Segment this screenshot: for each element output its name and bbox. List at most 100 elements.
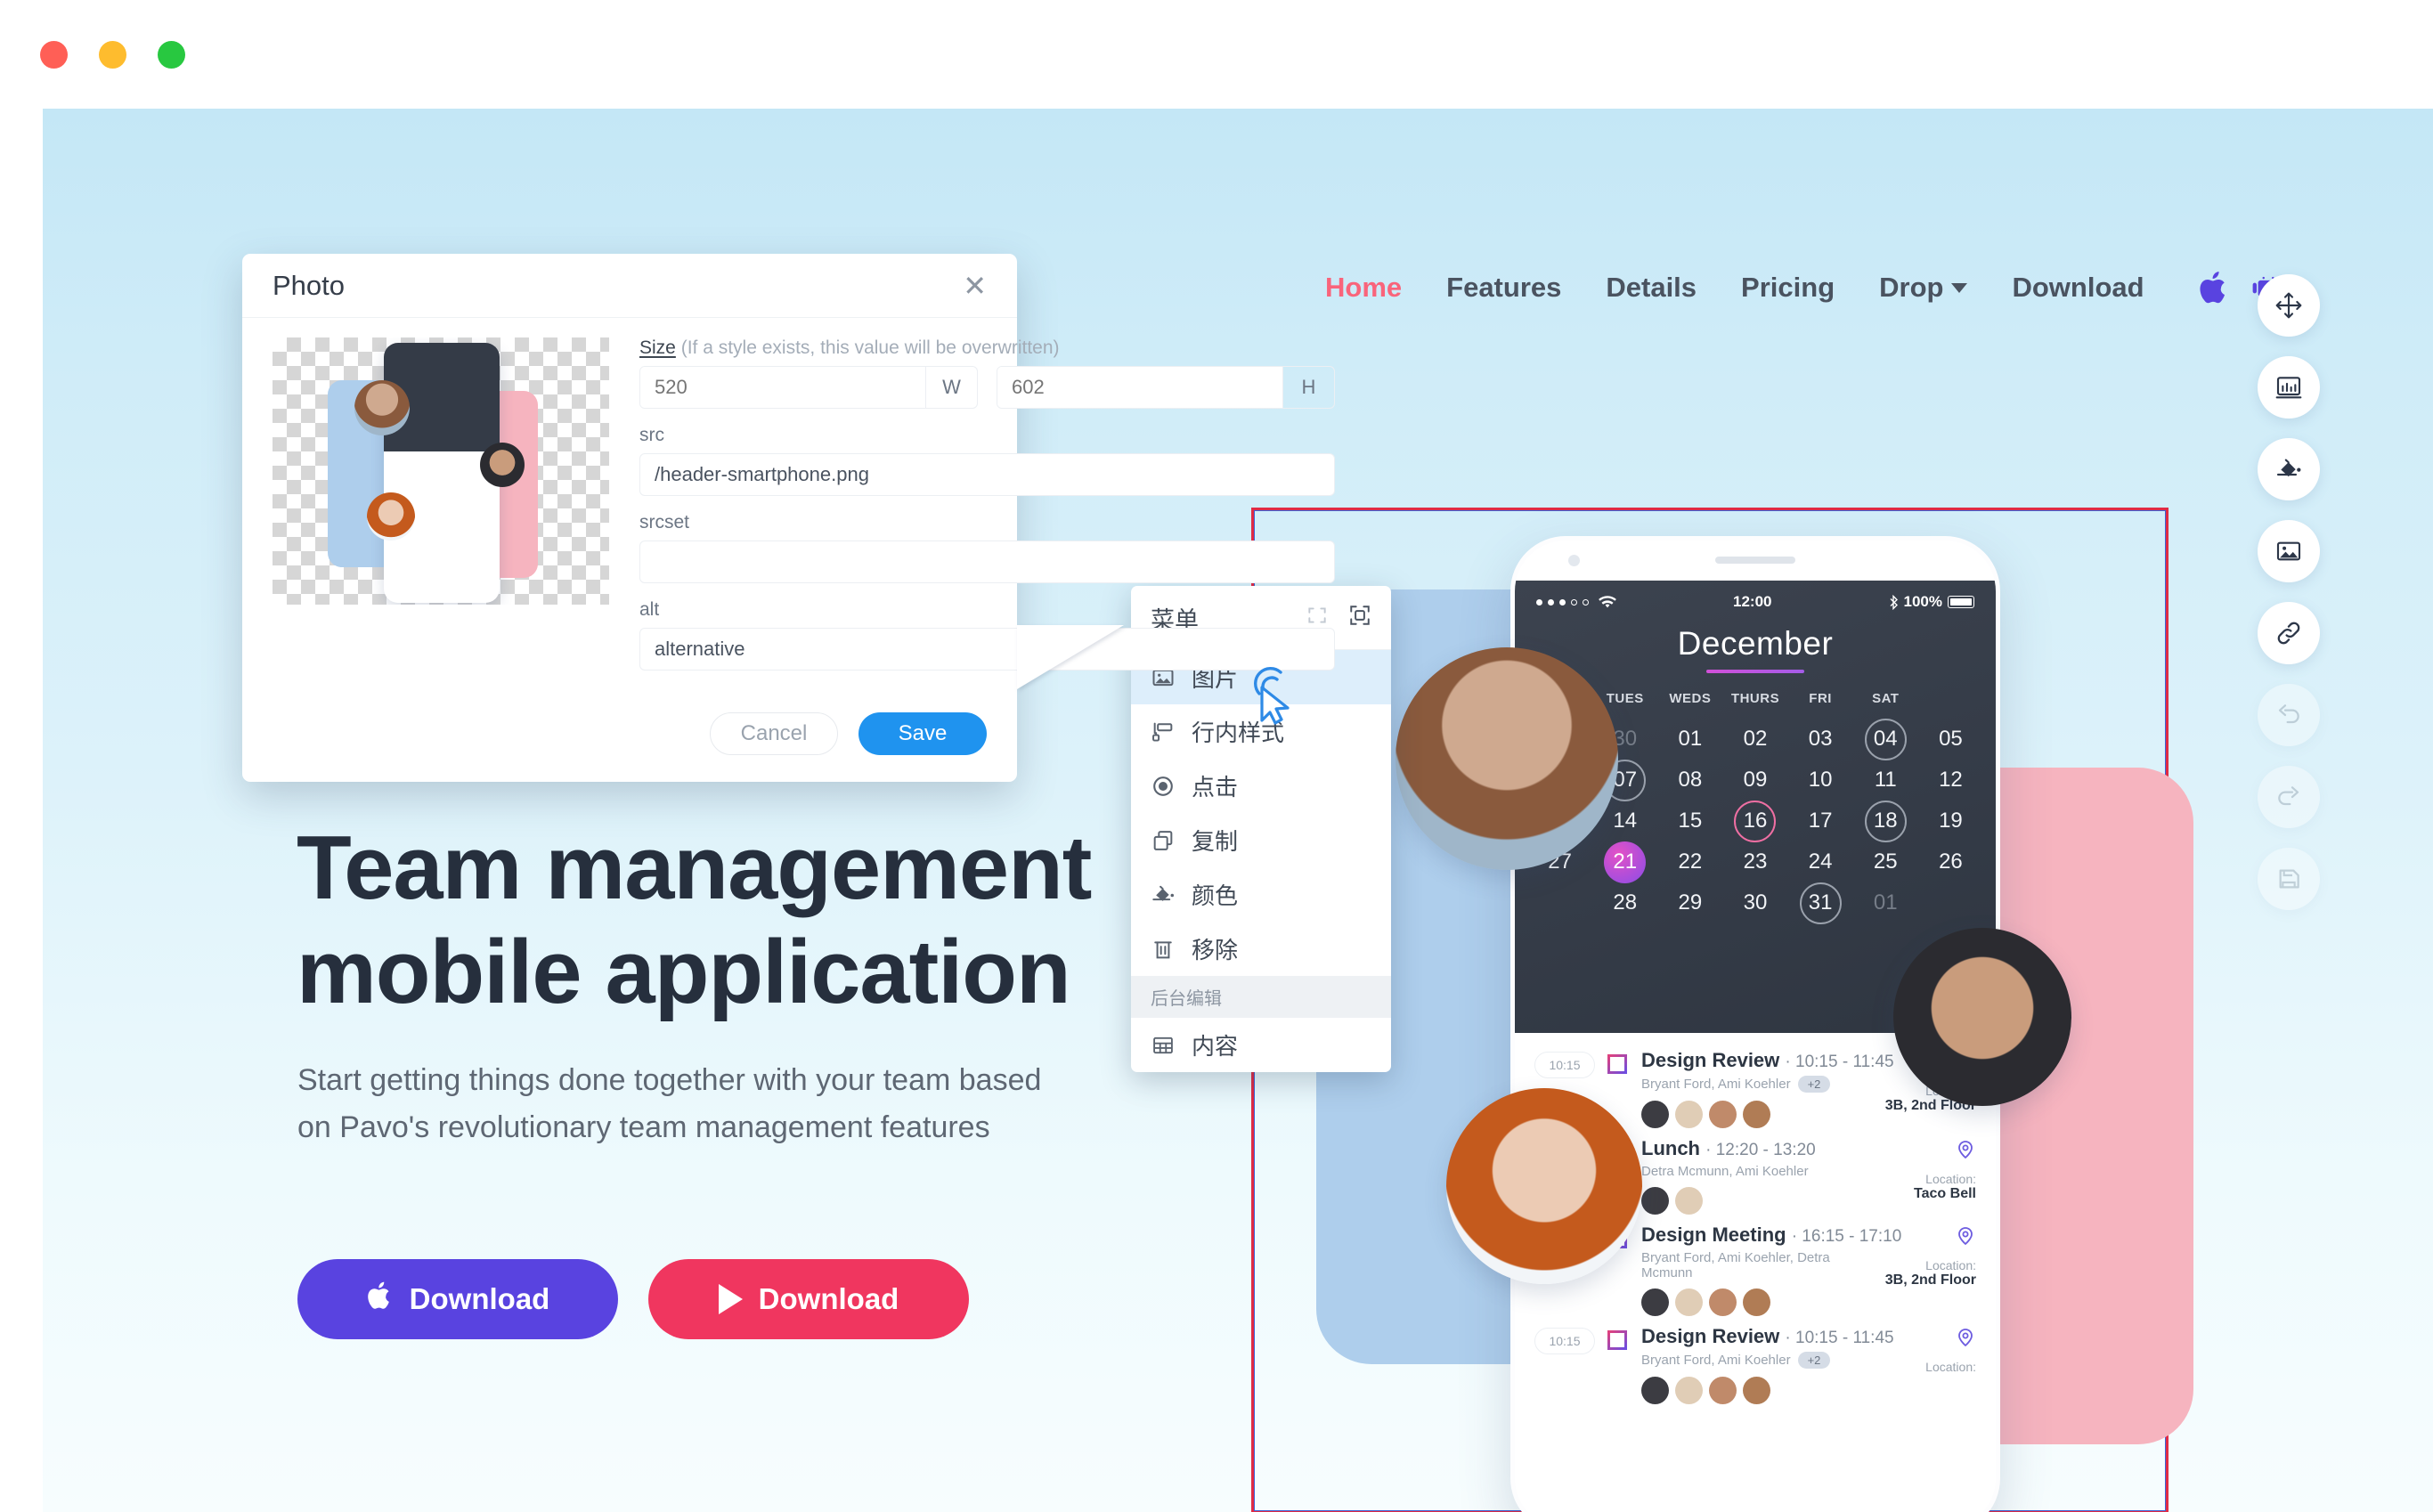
calendar-day[interactable]: 25 (1853, 841, 1918, 882)
src-input[interactable] (639, 453, 1335, 496)
redo-tool-button[interactable] (2258, 766, 2320, 828)
photo-properties-dialog[interactable]: Photo ✕ Size (If a style exists, this va… (242, 254, 1335, 782)
nav-link-download[interactable]: Download (2012, 272, 2144, 304)
calendar-day[interactable]: 05 (1918, 719, 1983, 760)
location-label: Location: (1925, 1360, 1976, 1374)
select-frame-icon[interactable] (1348, 604, 1371, 633)
context-menu-item-paint-bucket[interactable]: 颜色 (1131, 867, 1391, 922)
calendar-day[interactable]: 22 (1657, 841, 1722, 882)
nav-link-home[interactable]: Home (1325, 272, 1402, 304)
avatar (1743, 1288, 1770, 1316)
location-label: Location: (1925, 1172, 1976, 1186)
calendar-day[interactable]: 01 (1853, 882, 1918, 923)
context-menu-item-copy[interactable]: 复制 (1131, 813, 1391, 867)
calendar-day[interactable]: 30 (1722, 882, 1787, 923)
link-tool-button[interactable] (2258, 602, 2320, 664)
height-input[interactable] (997, 367, 1282, 408)
alt-input[interactable] (639, 628, 1335, 671)
calendar-day[interactable]: 21 (1592, 841, 1657, 883)
calendar-day[interactable]: 26 (1918, 841, 1983, 882)
calendar-day-header: SAT (1872, 691, 1900, 706)
context-menu-item-trash[interactable]: 移除 (1131, 922, 1391, 976)
calendar-day[interactable]: 16 (1722, 800, 1787, 842)
avatar (1743, 1101, 1770, 1128)
calendar-day[interactable]: 02 (1722, 719, 1787, 760)
calendar-day[interactable] (1527, 882, 1592, 923)
nav-dropdown-drop[interactable]: Drop (1879, 272, 1968, 304)
section-tool-button[interactable] (2258, 356, 2320, 419)
undo-tool-button[interactable] (2258, 684, 2320, 746)
calendar-day[interactable]: 12 (1918, 760, 1983, 801)
image-tool-button[interactable] (2258, 520, 2320, 582)
close-icon[interactable]: ✕ (963, 272, 987, 300)
avatar (1641, 1187, 1669, 1215)
location-pin-icon (1859, 1139, 1976, 1163)
download-play-button[interactable]: Download (648, 1259, 969, 1339)
save-file-tool-button[interactable] (2258, 848, 2320, 910)
nav-link-features[interactable]: Features (1446, 272, 1561, 304)
table-grid-icon (1151, 1033, 1176, 1058)
calendar-day[interactable] (1918, 882, 1983, 923)
window-titlebar (0, 0, 2433, 109)
calendar-day[interactable]: 19 (1918, 801, 1983, 841)
phone-notch-bar (1515, 541, 1996, 581)
color-tool-button[interactable] (2258, 438, 2320, 500)
calendar-day[interactable]: 03 (1788, 719, 1853, 760)
hero-cta-buttons: Download Download (297, 1259, 969, 1339)
nav-link-pricing[interactable]: Pricing (1741, 272, 1835, 304)
event-attendees: Bryant Ford, Ami Koehler, Detra Mcmunn (1641, 1250, 1830, 1280)
size-label: Size (639, 337, 676, 358)
calendar-day[interactable]: 28 (1592, 882, 1657, 923)
srcset-input[interactable] (639, 541, 1335, 583)
event-title: Design Review · 10:15 - 11:45 (1641, 1325, 1894, 1347)
avatar (1709, 1288, 1737, 1316)
status-time: 12:00 (1733, 593, 1772, 610)
avatar-face-3 (1446, 1088, 1642, 1284)
minimize-window-button[interactable] (99, 41, 126, 69)
event-time-chip: 10:15 (1534, 1052, 1595, 1078)
avatar (1743, 1377, 1770, 1404)
nav-dropdown-label: Drop (1879, 272, 1944, 303)
cancel-button[interactable]: Cancel (710, 712, 838, 755)
context-menu-item-radio-dot[interactable]: 点击 (1131, 759, 1391, 813)
event-status-ring (1607, 1054, 1627, 1074)
calendar-day[interactable]: 01 (1657, 719, 1722, 760)
maximize-window-button[interactable] (158, 41, 185, 69)
phone-speaker (1715, 557, 1795, 564)
calendar-day[interactable]: 18 (1853, 800, 1918, 842)
calendar-day[interactable]: 29 (1657, 882, 1722, 923)
download-apple-button[interactable]: Download (297, 1259, 618, 1339)
event-avatars (1641, 1288, 1859, 1316)
copy-icon (1151, 828, 1176, 853)
move-tool-button[interactable] (2258, 274, 2320, 337)
context-menu-item-table-grid[interactable]: 内容 (1131, 1018, 1391, 1072)
hero-title-line-1: Team management (297, 818, 1092, 918)
chevron-down-icon (1951, 282, 1968, 293)
calendar-day[interactable]: 11 (1853, 760, 1918, 801)
calendar-day[interactable]: 24 (1788, 841, 1853, 882)
calendar-day[interactable]: 23 (1722, 841, 1787, 882)
avatar-face-1 (1396, 647, 1618, 870)
calendar-day[interactable]: 31 (1788, 882, 1853, 924)
save-button[interactable]: Save (858, 712, 987, 755)
calendar-day[interactable]: 09 (1722, 760, 1787, 801)
event-location: Location:3B, 2nd Floor (1859, 1223, 1976, 1288)
avatar-face-2 (1893, 928, 2071, 1106)
hero-subtitle[interactable]: Start getting things done together with … (297, 1057, 1081, 1152)
context-menu-items: 图片 行内样式 点击 复制 颜色 移除 (1131, 650, 1391, 976)
calendar-day[interactable]: 17 (1788, 801, 1853, 841)
event-row[interactable]: 10:15 Design Review · 10:15 - 11:45 Bryant… (1534, 1325, 1976, 1404)
nav-link-details[interactable]: Details (1606, 272, 1697, 304)
context-menu-item-style-tag[interactable]: 行内样式 (1131, 704, 1391, 759)
context-menu-item-label: 内容 (1192, 1033, 1239, 1060)
alt-label: alt (639, 599, 660, 620)
calendar-day[interactable]: 15 (1657, 801, 1722, 841)
calendar-day[interactable]: 04 (1853, 718, 1918, 760)
status-right: 100% (1889, 593, 1974, 611)
calendar-day[interactable]: 10 (1788, 760, 1853, 801)
status-signal (1536, 595, 1616, 609)
calendar-day[interactable]: 08 (1657, 760, 1722, 801)
width-input[interactable] (640, 367, 925, 408)
apple-icon[interactable] (2198, 269, 2230, 306)
close-window-button[interactable] (40, 41, 68, 69)
